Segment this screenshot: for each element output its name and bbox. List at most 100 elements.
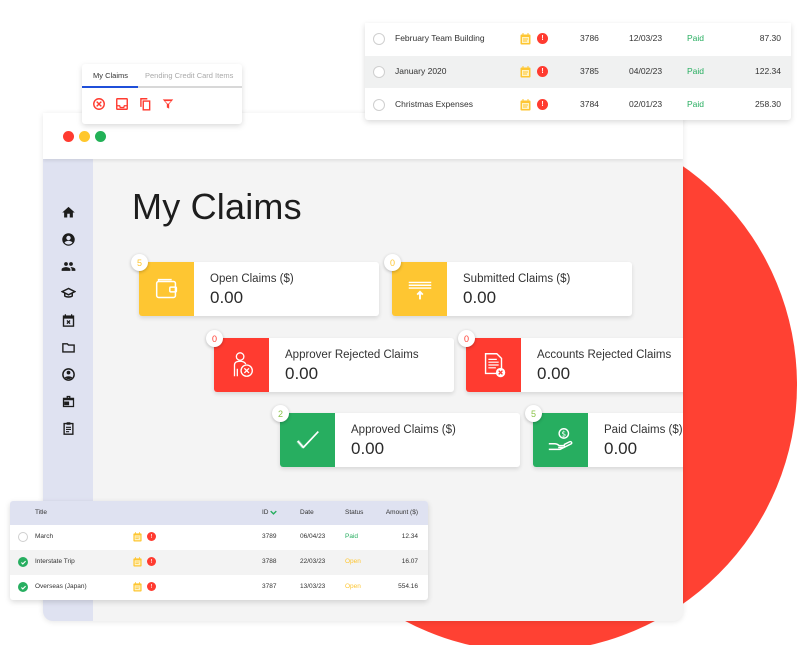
hand-money-icon: $	[548, 428, 572, 451]
tab-my-claims[interactable]: My Claims	[93, 71, 128, 80]
bottom-claims-table: Title ID Date Status Amount ($) March ! …	[10, 501, 428, 600]
note-icon[interactable]	[520, 33, 531, 45]
briefcase-icon[interactable]	[60, 393, 76, 409]
tab-underline	[82, 86, 242, 88]
row-title: February Team Building	[395, 33, 485, 43]
minimize-window-button[interactable]	[79, 131, 90, 142]
copy-icon[interactable]	[138, 97, 152, 111]
row-status: Paid	[345, 533, 359, 540]
accounts-rejected-count: 0	[458, 330, 475, 347]
tab-pending-credit-card-items[interactable]: Pending Credit Card Items	[145, 71, 233, 80]
row-selected-check-icon[interactable]	[18, 582, 28, 592]
accounts-rejected-claims-card[interactable]: 0 Accounts Rejected Claims 0.00	[458, 330, 683, 392]
row-id: 3787	[262, 583, 277, 590]
row-amount: 122.34	[755, 66, 781, 76]
row-status: Paid	[687, 66, 705, 76]
open-claims-tile	[139, 262, 194, 316]
approved-claims-tile	[280, 413, 335, 467]
paid-claims-count: 5	[525, 405, 542, 422]
accounts-rejected-tile	[466, 338, 521, 392]
row-title: Overseas (Japan)	[35, 583, 87, 590]
note-icon[interactable]	[133, 582, 142, 592]
table-row[interactable]: February Team Building ! 3786 12/03/23 P…	[365, 23, 791, 55]
alert-icon[interactable]: !	[537, 33, 548, 44]
alert-icon[interactable]: !	[537, 99, 548, 110]
alert-icon[interactable]: !	[147, 582, 156, 591]
clipboard-icon[interactable]	[60, 420, 76, 436]
table-row[interactable]: Christmas Expenses ! 3784 02/01/23 Paid …	[365, 89, 791, 121]
tabs-panel: My Claims Pending Credit Card Items	[82, 64, 242, 124]
row-amount: 16.07	[401, 558, 418, 565]
row-id: 3786	[580, 33, 599, 43]
sort-descending-icon[interactable]	[270, 510, 278, 515]
row-date: 12/03/23	[629, 33, 663, 43]
column-header-id[interactable]: ID	[262, 509, 278, 516]
column-header-amount[interactable]: Amount ($)	[386, 509, 418, 516]
approver-rejected-claims-card[interactable]: 0 Approver Rejected Claims 0.00	[206, 330, 454, 392]
row-amount: 258.30	[755, 99, 781, 109]
row-status: Open	[345, 583, 361, 590]
inbox-icon[interactable]	[115, 97, 129, 111]
approved-claims-label: Approved Claims ($)	[351, 424, 456, 436]
column-header-status[interactable]: Status	[345, 509, 363, 516]
table-header: Title ID Date Status Amount ($)	[10, 501, 428, 525]
open-claims-label: Open Claims ($)	[210, 273, 294, 285]
home-icon[interactable]	[60, 204, 76, 220]
submitted-claims-value: 0.00	[463, 288, 497, 307]
row-id: 3789	[262, 533, 277, 540]
row-selected-check-icon[interactable]	[18, 557, 28, 567]
row-date: 04/02/23	[629, 66, 663, 76]
note-icon[interactable]	[520, 66, 531, 78]
row-id: 3784	[580, 99, 599, 109]
open-claims-count: 5	[131, 254, 148, 271]
row-amount: 12.34	[401, 533, 418, 540]
approver-rejected-label: Approver Rejected Claims	[285, 349, 419, 361]
user-rejected-icon	[233, 352, 253, 377]
support-icon[interactable]	[60, 366, 76, 382]
row-title: Christmas Expenses	[395, 99, 473, 109]
open-claims-value: 0.00	[210, 288, 244, 307]
filter-icon[interactable]	[161, 97, 175, 111]
row-select-radio[interactable]	[18, 532, 28, 542]
note-icon[interactable]	[133, 557, 142, 567]
calendar-cancel-icon[interactable]	[60, 312, 76, 328]
row-select-radio[interactable]	[373, 66, 385, 78]
approved-claims-card[interactable]: 2 Approved Claims ($) 0.00	[272, 405, 520, 467]
approved-claims-count: 2	[272, 405, 289, 422]
paid-claims-value: 0.00	[604, 439, 638, 458]
active-tab-indicator	[82, 86, 138, 88]
row-select-radio[interactable]	[373, 33, 385, 45]
submitted-claims-card[interactable]: 0 Submitted Claims ($) 0.00	[384, 254, 632, 316]
column-header-date[interactable]: Date	[300, 509, 314, 516]
row-amount: 554.16	[398, 583, 418, 590]
alert-icon[interactable]: !	[147, 532, 156, 541]
note-icon[interactable]	[133, 532, 142, 542]
row-id: 3785	[580, 66, 599, 76]
document-rejected-icon	[484, 353, 505, 378]
alert-icon[interactable]: !	[147, 557, 156, 566]
paid-claims-tile: $	[533, 413, 588, 467]
table-row[interactable]: March ! 3789 06/04/23 Paid 12.34	[10, 525, 428, 550]
svg-text:$: $	[561, 429, 566, 438]
table-row[interactable]: Overseas (Japan) ! 3787 13/03/23 Open 55…	[10, 575, 428, 600]
cancel-icon[interactable]	[92, 97, 106, 111]
row-date: 13/03/23	[300, 583, 326, 590]
table-row[interactable]: Interstate Trip ! 3788 22/03/23 Open 16.…	[10, 550, 428, 575]
table-row[interactable]: January 2020 ! 3785 04/02/23 Paid 122.34	[365, 56, 791, 88]
paid-claims-card[interactable]: $ 5 Paid Claims ($) 0.00	[525, 405, 683, 467]
row-select-radio[interactable]	[373, 99, 385, 111]
row-status: Paid	[687, 33, 705, 43]
note-icon[interactable]	[520, 99, 531, 111]
paid-claims-label: Paid Claims ($)	[604, 424, 683, 436]
column-header-title[interactable]: Title	[35, 509, 47, 516]
people-icon[interactable]	[60, 258, 76, 274]
open-claims-card[interactable]: 5 Open Claims ($) 0.00	[131, 254, 379, 316]
close-window-button[interactable]	[63, 131, 74, 142]
graduation-cap-icon[interactable]	[60, 285, 76, 301]
maximize-window-button[interactable]	[95, 131, 106, 142]
alert-icon[interactable]: !	[537, 66, 548, 77]
row-status: Open	[345, 558, 361, 565]
account-icon[interactable]	[60, 231, 76, 247]
folder-icon[interactable]	[60, 339, 76, 355]
column-header-id-label: ID	[262, 509, 269, 516]
